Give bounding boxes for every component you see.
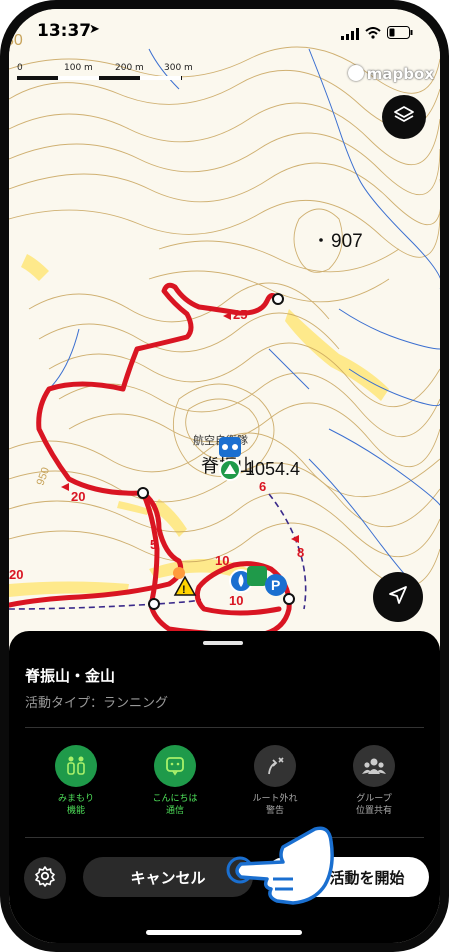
map-layers-button[interactable] <box>382 95 426 139</box>
svg-text:!: ! <box>182 584 186 596</box>
scale-label: 300 m <box>164 63 193 73</box>
feature-label: 通信 <box>165 806 184 816</box>
map-canvas[interactable]: 25 20 20 5 10 10 6 8 907 航空自衛隊 脊振山 1054.… <box>9 9 440 649</box>
current-location-button[interactable] <box>373 572 423 622</box>
gear-icon <box>34 865 56 891</box>
route-marker-20: 20 <box>71 489 85 504</box>
feature-label: 機能 <box>66 806 85 816</box>
layers-icon <box>393 104 415 130</box>
home-indicator <box>146 930 302 935</box>
mapbox-logo-icon <box>347 65 364 81</box>
hello-icon <box>154 745 196 787</box>
scale-label: 200 m <box>115 63 144 73</box>
route-marker-10b: 10 <box>229 593 243 608</box>
waypoint-marker[interactable] <box>137 487 149 499</box>
wifi-icon <box>365 24 381 43</box>
off-route-icon <box>254 745 296 787</box>
campsite-icon[interactable] <box>247 566 267 586</box>
route-marker-20b: 20 <box>9 567 23 582</box>
sheet-grabber[interactable] <box>203 641 243 645</box>
svg-text:P: P <box>271 577 280 593</box>
pointing-hand-icon <box>226 826 334 905</box>
route-marker-10: 10 <box>215 553 229 568</box>
peak-elevation-label: 1054.4 <box>245 459 300 479</box>
map-scale-bar: 0 100 m 200 m 300 m <box>17 63 197 87</box>
waypoint-marker[interactable] <box>272 293 284 305</box>
feature-watch-over[interactable]: みまもり 機能 <box>36 745 116 817</box>
phone-frame: 25 20 20 5 10 10 6 8 907 航空自衛隊 脊振山 1054.… <box>0 0 449 952</box>
route-marker-25: 25 <box>233 307 247 322</box>
feature-label: こんにちは <box>152 794 198 804</box>
activity-sheet: 脊振山・金山 活動タイプ：ランニング みまもり 機能 こんにちは 通信 ルート外れ警… <box>9 631 440 943</box>
feature-label: みまもり <box>57 794 94 804</box>
route-marker-5: 5 <box>150 537 157 552</box>
waypoint-marker[interactable] <box>283 593 295 605</box>
settings-button[interactable] <box>24 857 66 899</box>
signal-icon <box>341 25 359 44</box>
feature-label: ルート外れ <box>252 794 298 804</box>
watch-over-icon <box>55 745 97 787</box>
group-icon <box>353 745 395 787</box>
activity-type-label[interactable]: 活動タイプ：ランニング <box>25 692 168 711</box>
scale-label: 0 <box>17 63 23 73</box>
feature-label: 位置共有 <box>355 806 392 816</box>
battery-icon <box>387 24 413 43</box>
location-arrow-icon: ➤ <box>89 22 100 37</box>
start-activity-label: 活動を開始 <box>329 868 405 887</box>
navigation-arrow-icon <box>387 584 409 610</box>
status-time: 13:37 <box>37 21 92 41</box>
status-bar: 13:37 ➤ <box>9 9 440 55</box>
mapbox-label: mapbox <box>366 65 434 83</box>
spot-elevation-label: 907 <box>331 231 363 252</box>
poi-icon[interactable] <box>173 567 185 579</box>
waypoint-marker[interactable] <box>148 598 160 610</box>
route-marker-8: 8 <box>297 545 304 560</box>
divider <box>25 727 424 728</box>
feature-label: グループ <box>356 794 392 804</box>
screen: 25 20 20 5 10 10 6 8 907 航空自衛隊 脊振山 1054.… <box>9 9 440 943</box>
feature-hello[interactable]: こんにちは 通信 <box>135 745 215 817</box>
route-title: 脊振山・金山 <box>25 667 116 685</box>
mapbox-attribution[interactable]: mapbox <box>347 65 434 83</box>
feature-group-location[interactable]: グループ 位置共有 <box>334 745 414 817</box>
route-marker-6: 6 <box>259 479 266 494</box>
scale-label: 100 m <box>64 63 93 73</box>
